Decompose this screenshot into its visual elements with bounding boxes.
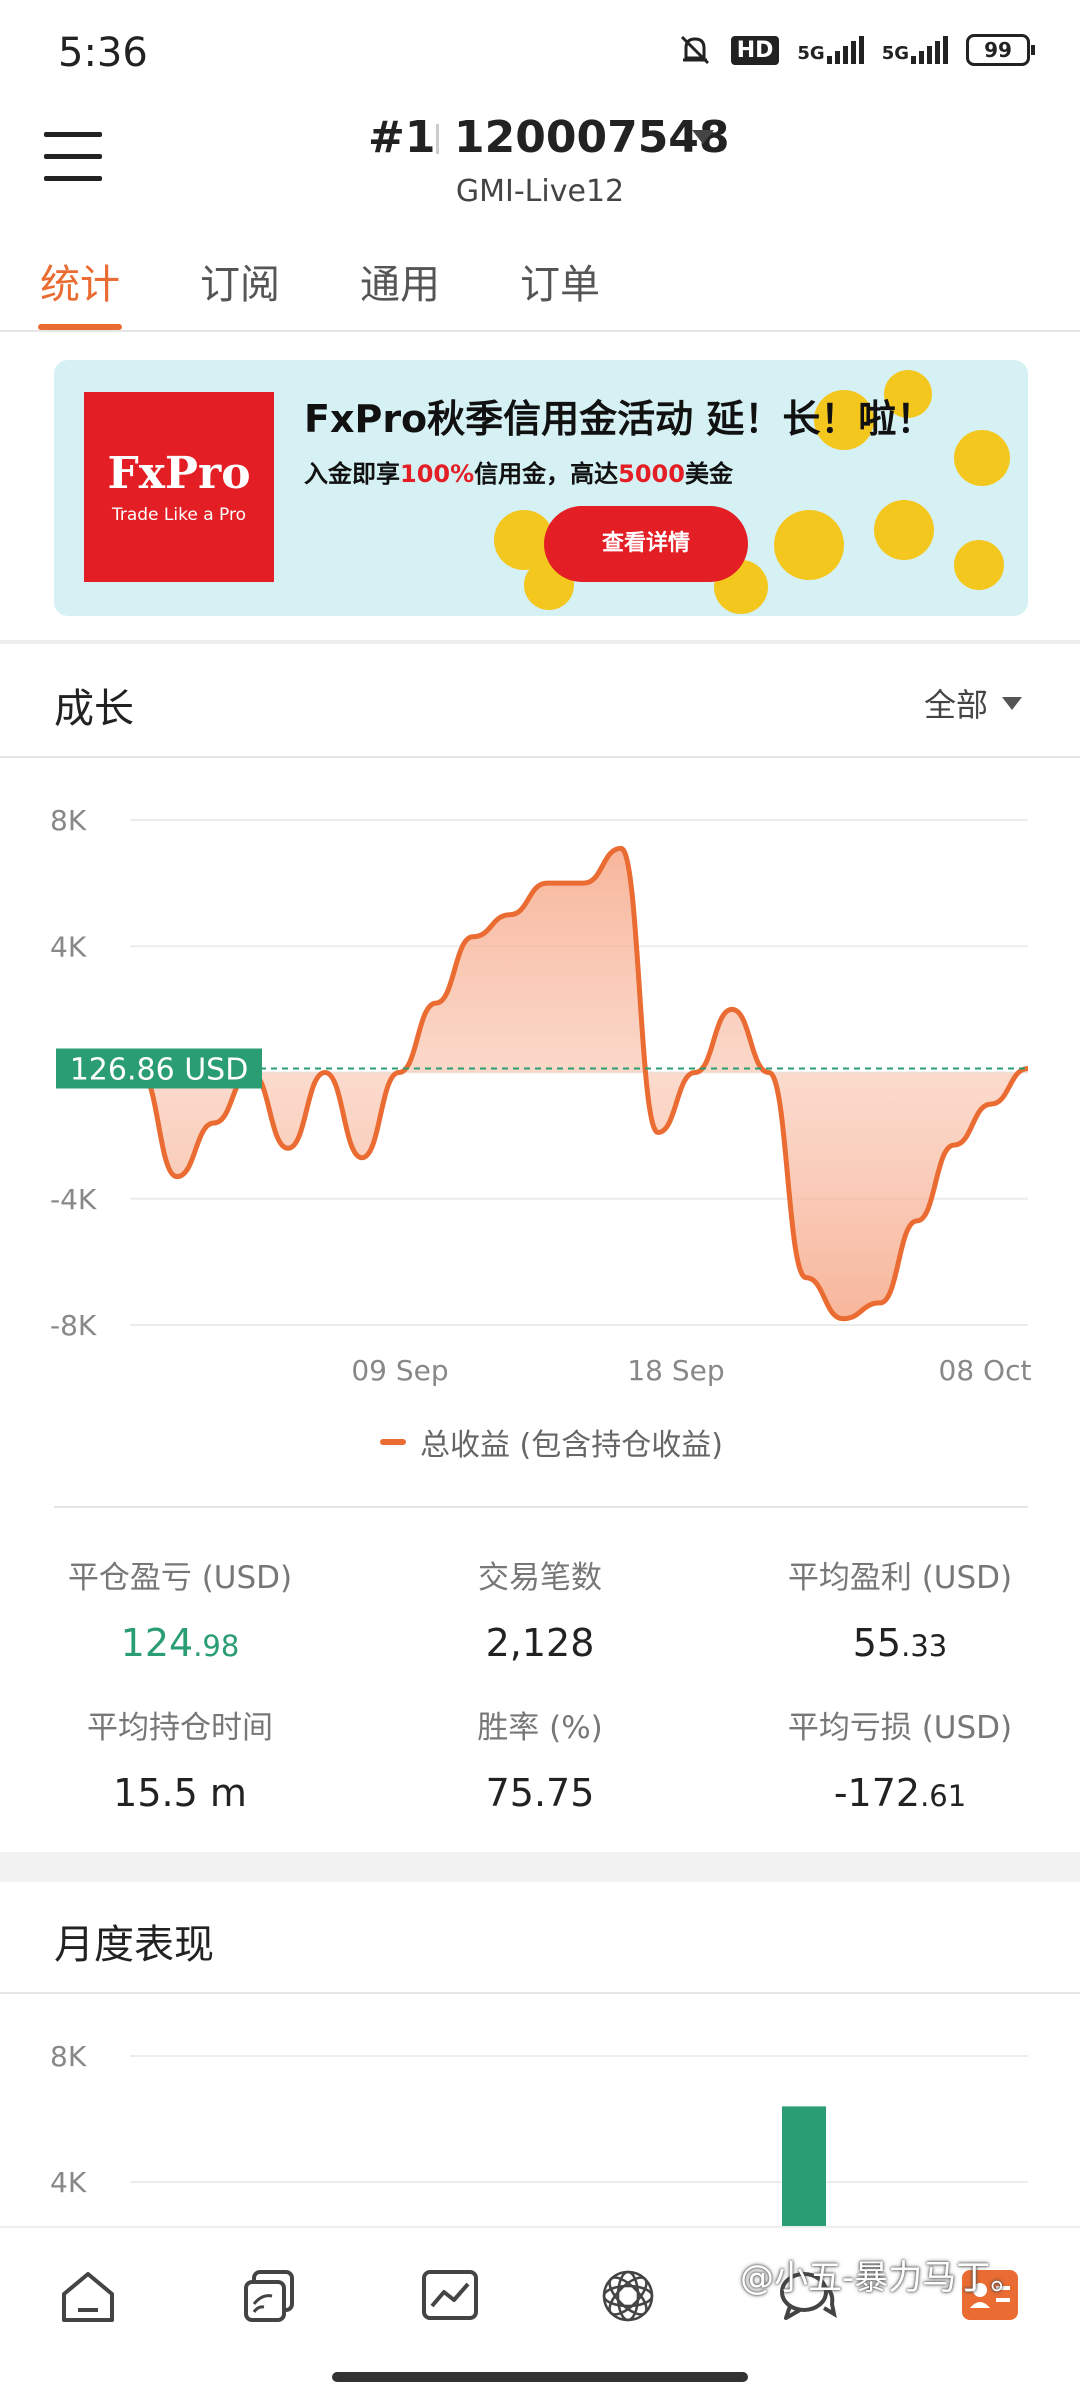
stat-value: 124.98 (120, 1621, 240, 1665)
header-separator (436, 124, 439, 154)
y-tick-label: -8K (50, 1309, 97, 1342)
status-bar: 5:36 HD 5G 5G 99 (0, 0, 1080, 100)
monthly-chart[interactable]: 8K 4K (0, 2000, 1080, 2226)
stat-label: 平均盈利 (USD) (787, 1560, 1013, 1596)
signal-1: 5G (797, 36, 864, 64)
stat-label: 平均亏损 (USD) (787, 1710, 1013, 1746)
y-tick-label: -4K (50, 1183, 97, 1216)
home-icon[interactable] (56, 2264, 120, 2328)
chart-icon[interactable] (418, 2264, 482, 2328)
y-tick-label: 4K (50, 2166, 87, 2199)
monthly-bar (782, 2106, 826, 2226)
stat-item: 胜率 (%) 75.75 (380, 1702, 700, 1815)
growth-divider (0, 756, 1080, 758)
stat-value: 55.33 (852, 1621, 948, 1665)
stat-item: 平均持仓时间 15.5 m (20, 1702, 340, 1815)
stat-label: 平仓盈亏 (USD) (67, 1560, 293, 1596)
tab-orders[interactable]: 订单 (520, 252, 600, 310)
server-name: GMI-Live12 (455, 174, 625, 209)
growth-chart[interactable]: 8K 4K -4K -8K 09 Sep 18 Sep 08 Oct 126.86 USD (0, 760, 1080, 1480)
tab-general[interactable]: 通用 (360, 252, 440, 310)
chevron-down-icon[interactable] (692, 130, 714, 144)
x-tick-label: 08 Oct (939, 1354, 1032, 1387)
growth-title: 成长 (54, 686, 134, 732)
chevron-down-icon (1002, 696, 1022, 710)
stat-item: 平均亏损 (USD) -172.61 (740, 1702, 1060, 1815)
stats-divider (54, 1506, 1028, 1508)
tab-subscribe[interactable]: 订阅 (200, 252, 280, 310)
current-value-label: 126.86 USD (70, 1052, 249, 1087)
account-number[interactable]: 120007548 (454, 112, 730, 163)
promo-banner[interactable]: FxPro Trade Like a Pro FxPro秋季信用金活动 延！长！… (54, 360, 1028, 616)
status-icons: HD 5G 5G 99 (677, 32, 1035, 68)
range-filter-dropdown[interactable]: 全部 (924, 680, 1022, 726)
stat-value: -172.61 (833, 1771, 967, 1815)
menu-icon[interactable] (44, 132, 102, 182)
legend-label: 总收益 (包含持仓收益) (420, 1428, 723, 1463)
tab-statistics[interactable]: 统计 (40, 252, 120, 310)
hd-badge: HD (730, 35, 780, 65)
watermark: @小五-暴力马丁。 (740, 2258, 1025, 2298)
stat-value: 15.5 m (113, 1771, 247, 1815)
y-tick-label: 8K (50, 804, 87, 837)
stat-label: 交易笔数 (478, 1560, 602, 1596)
y-tick-label: 8K (50, 2040, 87, 2073)
stat-label: 平均持仓时间 (87, 1710, 273, 1746)
account-index: #1 (368, 112, 436, 163)
stat-value: 75.75 (485, 1771, 595, 1815)
legend-swatch (380, 1439, 406, 1445)
fxpro-logo: FxPro Trade Like a Pro (84, 392, 274, 582)
stat-label: 胜率 (%) (477, 1710, 603, 1746)
status-time: 5:36 (58, 30, 148, 76)
section-divider (0, 640, 1080, 644)
stat-item: 交易笔数 2,128 (380, 1552, 700, 1665)
stat-item: 平均盈利 (USD) 55.33 (740, 1552, 1060, 1665)
stat-value: 2,128 (485, 1621, 595, 1665)
section-gap (0, 1852, 1080, 1882)
stat-item: 平仓盈亏 (USD) 124.98 (20, 1552, 340, 1665)
monthly-divider (0, 1992, 1080, 1994)
banner-subtitle: 入金即享100%信用金，高达5000美金 (304, 460, 733, 488)
banner-details-button[interactable]: 查看详情 (544, 506, 748, 582)
gesture-bar[interactable] (332, 2372, 748, 2382)
signal-2: 5G (882, 36, 948, 64)
copy-trade-icon[interactable] (238, 2264, 302, 2328)
tab-bar: 统计 订阅 通用 订单 (0, 240, 1080, 332)
x-tick-label: 09 Sep (351, 1354, 448, 1387)
mute-bell-icon (680, 35, 709, 65)
discover-icon[interactable] (596, 2264, 660, 2328)
battery-icon: 99 (966, 34, 1035, 66)
monthly-title: 月度表现 (54, 1922, 214, 1968)
tab-active-indicator (38, 324, 122, 330)
x-tick-label: 18 Sep (627, 1354, 724, 1387)
chart-legend: 总收益 (包含持仓收益) (380, 1420, 723, 1464)
banner-title: FxPro秋季信用金活动 延！长！啦！ (304, 397, 935, 441)
y-tick-label: 4K (50, 930, 87, 963)
